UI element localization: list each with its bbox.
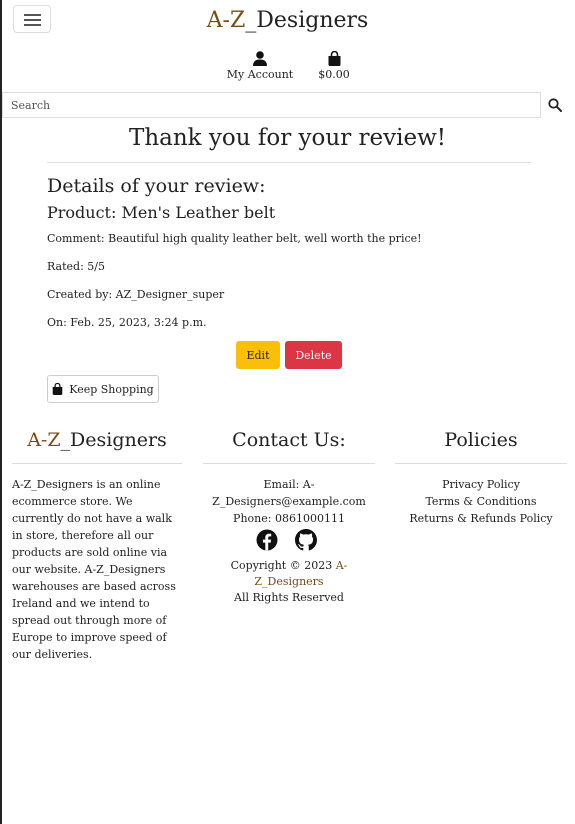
shopping-bag-icon — [328, 51, 340, 66]
shopping-bag-icon — [52, 383, 63, 395]
policy-link-privacy[interactable]: Privacy Policy — [395, 476, 567, 493]
footer-about-text: A-Z_Designers is an online ecommerce sto… — [12, 478, 176, 661]
search-icon — [548, 98, 562, 112]
search-input[interactable] — [3, 93, 540, 117]
delete-review-button[interactable]: Delete — [285, 341, 342, 369]
contact-email: Email: A-Z_Designers@example.com — [212, 478, 366, 508]
page-title: Thank you for your review! — [128, 125, 446, 151]
my-account-label: My Account — [226, 68, 294, 81]
policies-list: Privacy Policy Terms & Conditions Return… — [395, 476, 567, 527]
edit-review-button[interactable]: Edit — [236, 341, 280, 369]
contact-details: Email: A-Z_Designers@example.com Phone: … — [203, 476, 375, 527]
keep-shopping-button[interactable]: Keep Shopping — [47, 375, 159, 403]
footer-brand-suffix: _Designers — [60, 429, 167, 451]
title-divider — [47, 162, 531, 163]
rights-text: All Rights Reserved — [234, 591, 344, 604]
facebook-icon — [256, 529, 278, 551]
brand-prefix: A-Z — [206, 8, 246, 33]
review-date: On: Feb. 25, 2023, 3:24 p.m. — [47, 316, 207, 329]
contact-heading: Contact Us: — [232, 429, 346, 451]
keep-shopping-label: Keep Shopping — [69, 382, 154, 396]
review-product: Product: Men's Leather belt — [47, 203, 276, 222]
footer-brand-prefix: A-Z — [27, 429, 61, 451]
policies-divider — [395, 463, 567, 464]
github-link[interactable] — [295, 529, 317, 551]
copyright: Copyright © 2023 A-Z_Designers All Right… — [203, 558, 375, 606]
footer-brand: A-Z_Designers — [12, 427, 182, 453]
contact-phone: Phone: 0861000111 — [233, 512, 345, 525]
brand-logo[interactable]: A-Z_Designers — [0, 6, 575, 36]
github-icon — [295, 529, 317, 551]
review-author: Created by: AZ_Designer_super — [47, 288, 225, 301]
copyright-prefix: Copyright © 2023 — [230, 559, 333, 572]
contact-divider — [203, 463, 375, 464]
facebook-link[interactable] — [256, 529, 278, 551]
review-rating: Rated: 5/5 — [47, 260, 105, 273]
policy-link-returns[interactable]: Returns & Refunds Policy — [395, 510, 567, 527]
policy-link-terms[interactable]: Terms & Conditions — [395, 493, 567, 510]
search-field[interactable] — [2, 92, 541, 118]
details-heading: Details of your review: — [47, 175, 266, 197]
policies-heading: Policies — [444, 429, 518, 451]
bag-total: $0.00 — [318, 68, 350, 81]
shopping-bag-link[interactable]: $0.00 — [312, 51, 356, 81]
my-account-link[interactable]: My Account — [225, 51, 295, 81]
footer-brand-divider — [12, 463, 182, 464]
review-comment: Comment: Beautiful high quality leather … — [47, 232, 422, 245]
user-icon — [253, 51, 267, 66]
brand-suffix: _Designers — [245, 8, 369, 33]
search-button[interactable] — [548, 97, 566, 113]
